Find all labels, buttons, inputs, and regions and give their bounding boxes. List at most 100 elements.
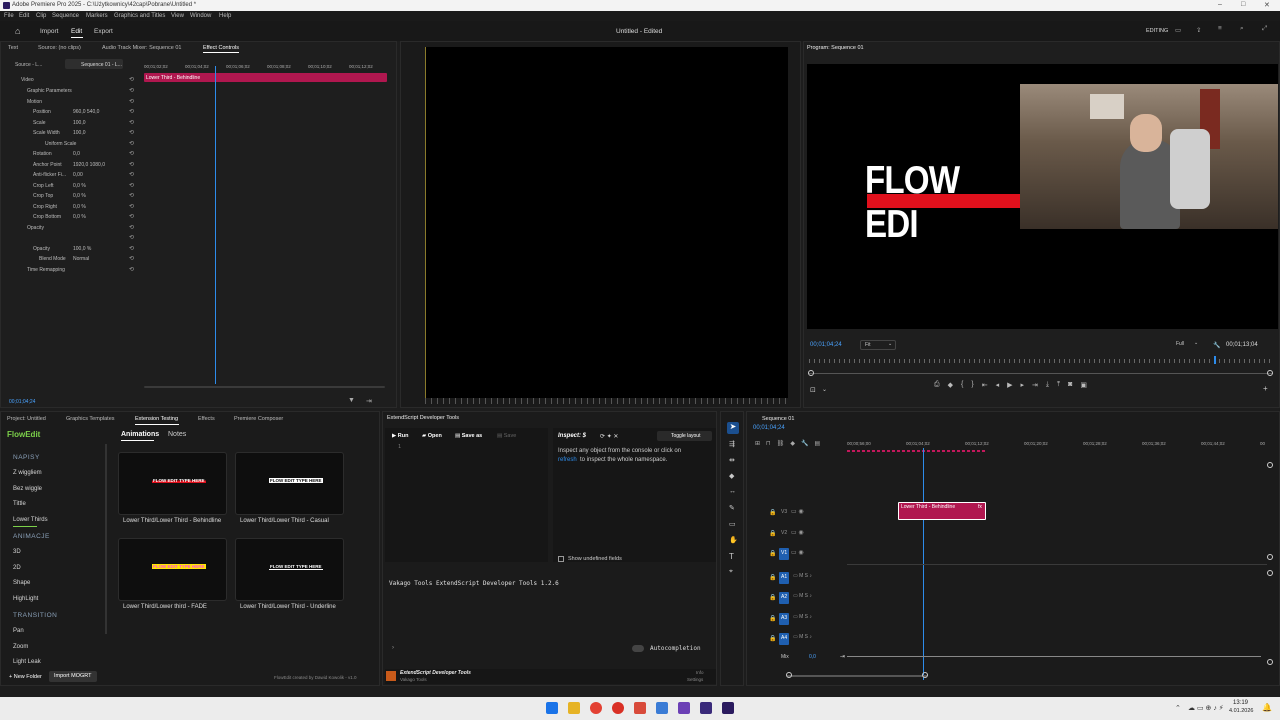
timeline-scrollbar[interactable]	[787, 675, 927, 677]
share-icon[interactable]: ⇪	[1196, 26, 1201, 34]
effect-property-row[interactable]: Blend Mode	[39, 256, 66, 262]
bottom-tab[interactable]: Effects	[198, 416, 215, 422]
effect-property-value[interactable]: 0,0 %	[73, 214, 86, 220]
bottom-tab[interactable]: Graphics Templates	[66, 416, 115, 422]
audio-track-controls[interactable]: ▭ M S ♪	[793, 573, 812, 579]
premiere-taskbar-icon[interactable]	[722, 702, 734, 714]
sequence-tab[interactable]: Sequence 01	[762, 416, 794, 422]
effect-property-row[interactable]: Scale Width	[33, 130, 60, 136]
comparison-icon[interactable]: ▣	[1080, 381, 1087, 391]
reset-icon[interactable]: ⟲	[129, 192, 134, 199]
effect-property-value[interactable]: 0,0 %	[73, 183, 86, 189]
mix-end-icon[interactable]: ⇥	[840, 653, 845, 660]
chrome-icon[interactable]	[590, 702, 602, 714]
notepad-icon[interactable]	[656, 702, 668, 714]
effect-property-value[interactable]: 100,0	[73, 120, 86, 126]
fit-dropdown[interactable]: Fit ⌄	[860, 340, 896, 350]
autocompletion-toggle[interactable]	[632, 645, 644, 652]
category-item[interactable]: 2D	[13, 565, 21, 571]
console-prompt-icon[interactable]: ›	[392, 645, 394, 651]
reset-icon[interactable]: ⟲	[129, 98, 134, 105]
captions-icon[interactable]: ▤	[814, 440, 820, 450]
program-playhead[interactable]	[1214, 356, 1216, 364]
category-item[interactable]: HighLight	[13, 596, 38, 602]
import-mogrt-button[interactable]: Import MOGRT	[49, 671, 97, 682]
tab-source[interactable]: Source: (no clips)	[38, 45, 81, 51]
lock-icon[interactable]: 🔒	[769, 635, 776, 642]
category-item[interactable]: Bez wiggle	[13, 486, 42, 492]
category-item[interactable]: Shape	[13, 580, 30, 586]
step-forward-icon[interactable]: ▸	[1020, 381, 1024, 391]
fullscreen-icon[interactable]: ⤢	[1262, 25, 1267, 33]
marker-icon[interactable]: ◆	[948, 381, 953, 391]
tab-notes[interactable]: Notes	[168, 431, 186, 438]
filter-icon[interactable]: ▼	[348, 397, 355, 404]
tab-effect-controls[interactable]: Effect Controls	[203, 45, 239, 51]
effect-property-row[interactable]: Position	[33, 109, 51, 115]
effect-property-value[interactable]: 0,0	[73, 151, 80, 157]
tab-text[interactable]: Text	[8, 45, 18, 51]
category-item[interactable]: Tittle	[13, 501, 26, 507]
menu-clip[interactable]: Clip	[36, 13, 46, 19]
mark-out-icon[interactable]: }	[971, 381, 973, 391]
devtools-tab[interactable]: ExtendScript Developer Tools	[387, 415, 459, 421]
effect-property-row[interactable]: Opacity	[27, 225, 44, 231]
app-red-icon[interactable]	[612, 702, 624, 714]
reset-icon[interactable]: ⟲	[129, 213, 134, 220]
reset-icon[interactable]: ⟲	[129, 245, 134, 252]
mark-in-icon[interactable]: {	[961, 381, 963, 391]
go-to-in-icon[interactable]: ⇤	[982, 381, 988, 391]
bottom-tab[interactable]: Premiere Composer	[234, 416, 283, 422]
mix-value[interactable]: 0,0	[809, 654, 816, 660]
search-icon[interactable]: ⌕	[1240, 25, 1244, 33]
bottom-tab[interactable]: Project: Untitled	[7, 416, 46, 422]
mix-level-line[interactable]	[847, 656, 1261, 657]
template-thumbnail[interactable]: FLOW EDIT TYPE HERE	[118, 538, 227, 601]
inspect-label[interactable]: Inspect: $	[558, 433, 586, 439]
work-area-bar[interactable]	[847, 450, 987, 452]
reset-icon[interactable]: ⟲	[129, 266, 134, 273]
a-scroll-top[interactable]	[1267, 570, 1273, 576]
save-button[interactable]: ▤ Save	[497, 433, 516, 439]
linked-icon[interactable]: ⛓	[777, 440, 785, 450]
lock-icon[interactable]: 🔒	[769, 509, 776, 516]
effect-property-value[interactable]: 100,0 %	[73, 246, 91, 252]
tray-chevron-icon[interactable]: ⌃	[1175, 704, 1181, 712]
video-track-label[interactable]: V2	[781, 530, 787, 536]
lock-icon[interactable]: 🔒	[769, 530, 776, 537]
effect-timeline-ruler[interactable]: 00;01;02;02 00;01;04;02 00;01;06;02 00;01;0…	[144, 64, 387, 72]
lock-icon[interactable]: 🔒	[769, 550, 776, 557]
audio-track-label[interactable]: A1	[781, 574, 787, 580]
reset-icon[interactable]: ⟲	[129, 129, 134, 136]
effect-property-row[interactable]: Crop Left	[33, 183, 54, 189]
menu-view[interactable]: View	[171, 13, 184, 19]
undefined-checkbox[interactable]	[558, 556, 564, 562]
reset-icon[interactable]: ⟲	[129, 119, 134, 126]
audio-track-label[interactable]: A4	[781, 635, 787, 641]
audio-track-controls[interactable]: ▭ M S ♪	[793, 593, 812, 599]
track-visibility-icon[interactable]: ▭ ◉	[791, 549, 804, 556]
save-as-button[interactable]: ▤ Save as	[455, 433, 482, 439]
caption-icon[interactable]: ⌖	[729, 568, 733, 576]
pen-icon[interactable]: ✎	[729, 504, 735, 512]
wrench-settings-icon[interactable]: 🔧	[801, 440, 808, 450]
audio-track-label[interactable]: A2	[781, 594, 787, 600]
menu-icon[interactable]: ≡	[1218, 25, 1222, 32]
template-thumbnail[interactable]: FLOW EDIT TYPE HERE	[235, 452, 344, 515]
program-tab[interactable]: Program: Sequence 01	[807, 45, 864, 51]
reset-icon[interactable]: ⟲	[129, 108, 134, 115]
tab-import[interactable]: Import	[40, 28, 58, 35]
effect-playhead[interactable]	[215, 66, 216, 384]
lock-icon[interactable]: 🔒	[769, 615, 776, 622]
track-visibility-icon[interactable]: ▭ ◉	[791, 529, 804, 536]
reset-icon[interactable]: ⟲	[129, 182, 134, 189]
program-timecode[interactable]: 00;01;04;24	[810, 342, 842, 348]
lift-icon[interactable]: ⎙	[934, 381, 940, 391]
effect-property-value[interactable]: Normal	[73, 256, 89, 262]
effect-property-value[interactable]: 960,0 540,0	[73, 109, 99, 115]
settings-link[interactable]: Settings	[687, 677, 703, 682]
effect-property-value[interactable]: 0,0 %	[73, 204, 86, 210]
reset-icon[interactable]: ⟲	[129, 224, 134, 231]
after-effects-icon[interactable]	[700, 702, 712, 714]
effect-zoom-scrollbar[interactable]	[144, 386, 385, 388]
